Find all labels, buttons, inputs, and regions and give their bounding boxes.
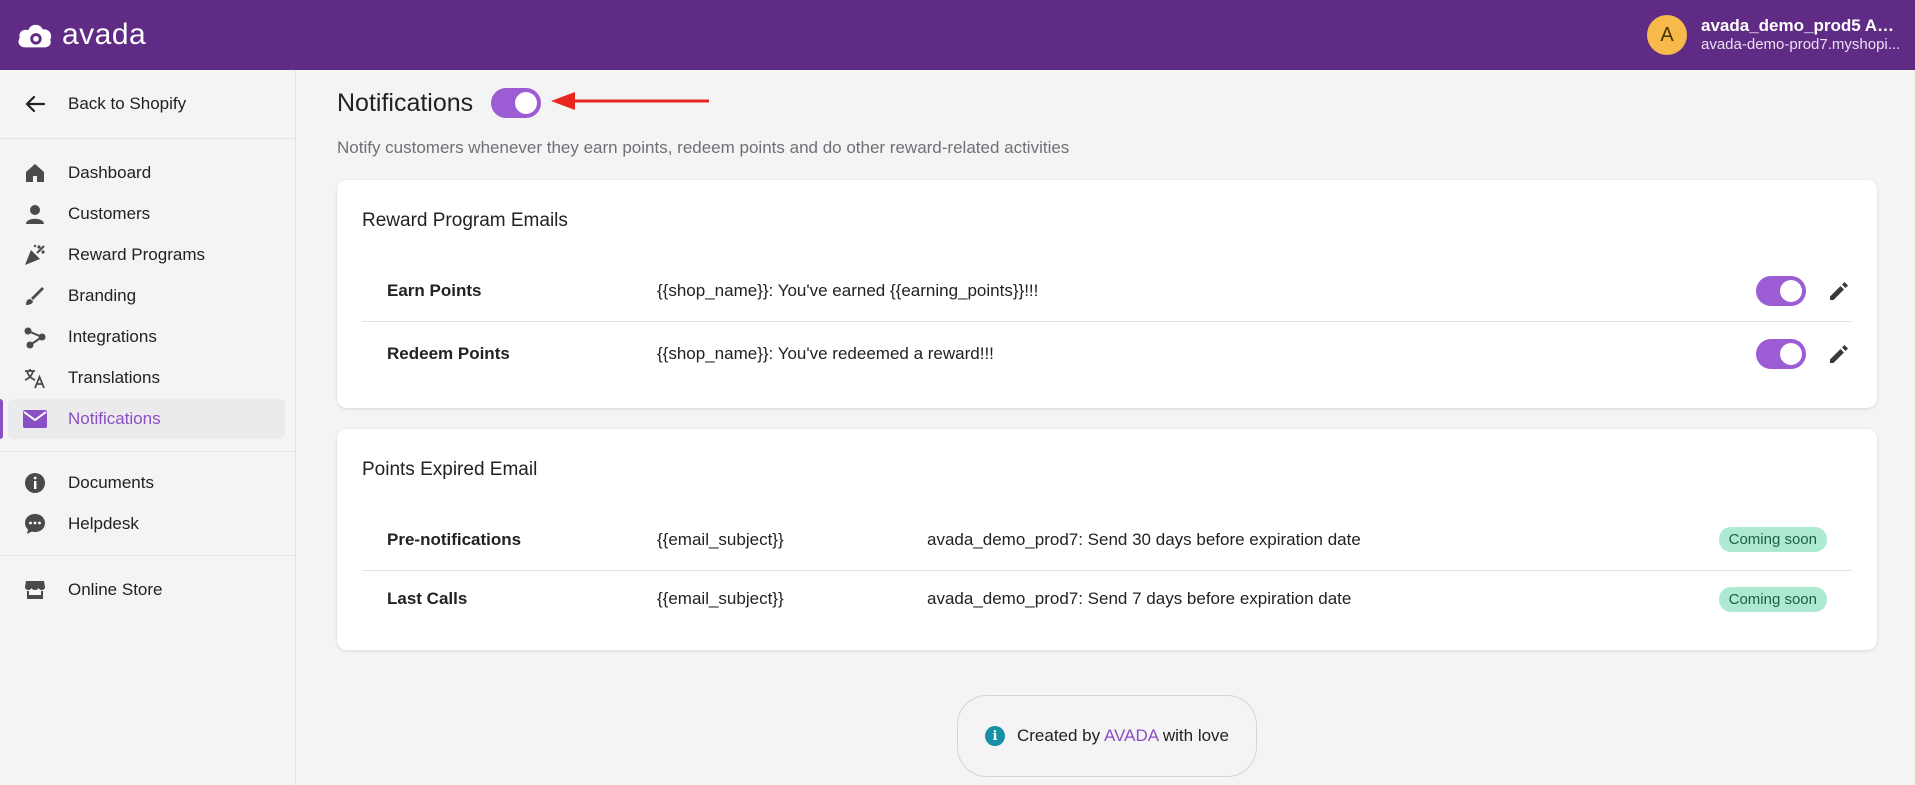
sidebar: Back to Shopify Dashboard Customers Rewa… (0, 70, 296, 785)
annotation-arrow-icon (551, 92, 709, 110)
avada-link[interactable]: AVADA (1104, 726, 1158, 745)
email-row-earn-points: Earn Points {{shop_name}}: You've earned… (362, 260, 1852, 322)
home-icon (22, 160, 48, 186)
sidebar-item-documents[interactable]: Documents (8, 463, 285, 503)
toggle-knob (1780, 343, 1802, 365)
sidebar-item-translations[interactable]: Translations (8, 358, 285, 398)
page-subtitle: Notify customers whenever they earn poin… (337, 138, 1070, 157)
coming-soon-badge: Coming soon (1718, 527, 1827, 552)
email-name: Last Calls (387, 589, 468, 608)
email-name: Earn Points (387, 280, 482, 300)
info-icon (22, 470, 48, 496)
sidebar-item-customers[interactable]: Customers (8, 194, 285, 234)
brush-icon (22, 283, 48, 309)
footer-prefix: Created by (1016, 726, 1101, 745)
sidebar-item-label: Dashboard (68, 163, 152, 182)
chat-icon (22, 511, 48, 537)
sidebar-item-integrations[interactable]: Integrations (8, 317, 285, 357)
email-description: avada_demo_prod7: Send 7 days before exp… (927, 589, 1352, 608)
sidebar-item-branding[interactable]: Branding (8, 276, 285, 316)
email-name: Redeem Points (387, 344, 510, 363)
notifications-master-toggle[interactable] (491, 88, 542, 118)
sidebar-item-label: Translations (68, 368, 160, 387)
page-header: Notifications (337, 88, 542, 118)
email-subject: {{email_subject}} (657, 529, 784, 549)
edit-pencil-icon[interactable] (1826, 278, 1852, 304)
sidebar-item-label: Helpdesk (68, 514, 139, 533)
avatar: A (1647, 15, 1687, 55)
footer-suffix: with love (1162, 726, 1229, 745)
email-row-pre-notifications: Pre-notifications {{email_subject}} avad… (362, 509, 1852, 571)
email-name: Pre-notifications (387, 529, 522, 549)
sidebar-item-label: Branding (68, 286, 137, 305)
sidebar-item-online-store[interactable]: Online Store (8, 570, 285, 610)
sidebar-item-notifications[interactable]: Notifications (0, 399, 285, 439)
account-menu[interactable]: A avada_demo_prod5 Ad... avada-demo-prod… (1647, 15, 1901, 55)
sidebar-item-label: Online Store (68, 580, 163, 599)
top-bar: avada A avada_demo_prod5 Ad... avada-dem… (0, 0, 1915, 70)
account-name: avada_demo_prod5 Ad... (1701, 15, 1901, 35)
translate-icon (22, 365, 48, 391)
sidebar-item-helpdesk[interactable]: Helpdesk (8, 504, 285, 544)
card-title: Points Expired Email (362, 459, 538, 480)
cloud-logo-icon (18, 24, 52, 48)
toggle-knob (1780, 279, 1802, 302)
sidebar-item-label: Customers (68, 204, 151, 223)
email-subject: {{shop_name}}: You've redeemed a reward!… (657, 344, 994, 363)
coming-soon-badge: Coming soon (1718, 586, 1827, 612)
toggle-knob (515, 92, 538, 114)
earn-points-toggle[interactable] (1756, 275, 1806, 306)
main-content: Notifications Notify customers whenever … (297, 70, 1915, 785)
footer-credit: i Created by AVADA with love (957, 695, 1257, 777)
sidebar-item-label: Reward Programs (68, 245, 205, 264)
edit-pencil-icon[interactable] (1826, 341, 1852, 367)
email-row-redeem-points: Redeem Points {{shop_name}}: You've rede… (362, 323, 1852, 385)
avada-logo[interactable]: avada (16, 18, 146, 52)
redeem-points-toggle[interactable] (1756, 339, 1806, 369)
info-icon: i (984, 726, 1005, 746)
sidebar-item-label: Documents (68, 473, 154, 492)
share-nodes-icon (22, 324, 48, 350)
card-title: Reward Program Emails (362, 210, 568, 231)
email-description: avada_demo_prod7: Send 30 days before ex… (927, 529, 1361, 549)
store-icon (22, 577, 48, 603)
arrow-left-icon (22, 91, 48, 117)
sidebar-item-reward-programs[interactable]: Reward Programs (8, 235, 285, 275)
mail-icon (22, 406, 48, 432)
logo-text: avada (62, 18, 147, 51)
party-popper-icon (22, 242, 48, 268)
page-title: Notifications (337, 88, 474, 117)
sidebar-item-label: Notifications (68, 409, 161, 428)
email-row-last-calls: Last Calls {{email_subject}} avada_demo_… (362, 568, 1852, 630)
sidebar-item-dashboard[interactable]: Dashboard (8, 153, 285, 193)
points-expired-email-card: Points Expired Email Pre-notifications {… (337, 429, 1877, 650)
reward-program-emails-card: Reward Program Emails Earn Points {{shop… (337, 180, 1877, 408)
person-icon (22, 201, 48, 227)
account-shop: avada-demo-prod7.myshopi... (1701, 36, 1901, 54)
email-subject: {{email_subject}} (657, 589, 784, 608)
sidebar-item-label: Integrations (68, 327, 157, 346)
email-subject: {{shop_name}}: You've earned {{earning_p… (657, 280, 1039, 300)
back-to-shopify-link[interactable]: Back to Shopify (8, 84, 285, 124)
back-label: Back to Shopify (68, 94, 187, 113)
